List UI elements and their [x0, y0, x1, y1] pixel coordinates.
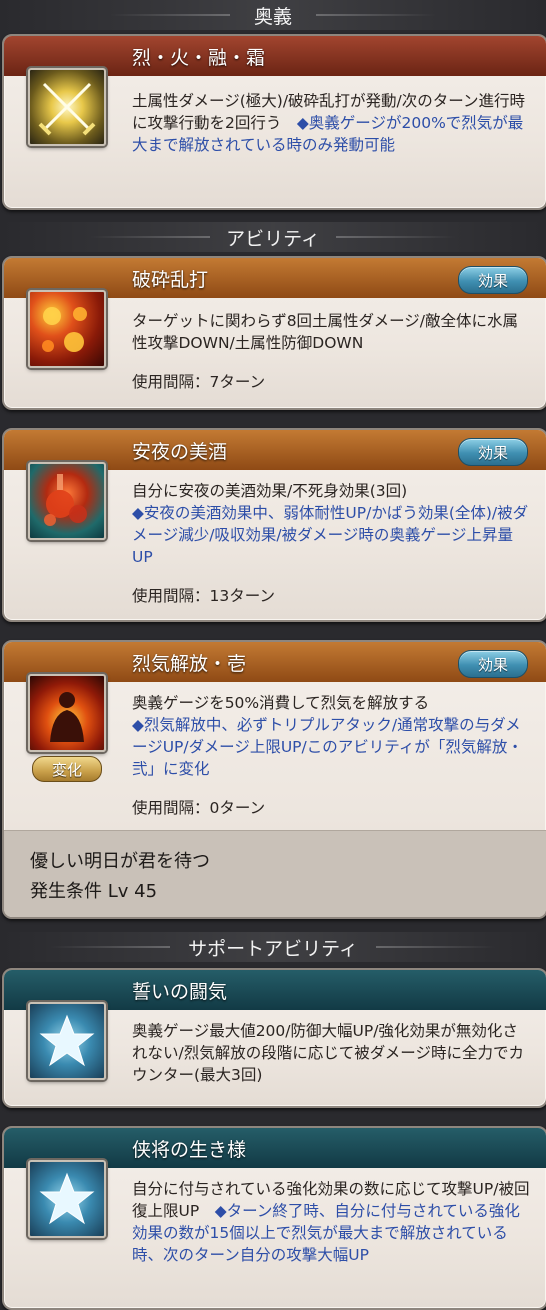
fire-burst-icon	[28, 290, 106, 368]
change-badge[interactable]: 変化	[32, 756, 102, 782]
ability-name: 烈気解放・壱	[132, 652, 247, 675]
ability-desc-plain: 自分に安夜の美酒効果/不死身効果(3回)	[132, 482, 408, 500]
section-header-abilities: アビリティ	[0, 222, 546, 252]
star-icon	[28, 1160, 106, 1238]
header-ornament	[376, 946, 496, 948]
ability-description: 自分に安夜の美酒効果/不死身効果(3回) ◆安夜の美酒効果中、弱体耐性UP/かば…	[132, 480, 530, 568]
section-title: 奥義	[253, 5, 292, 28]
unlock-panel: 優しい明日が君を待つ 発生条件 Lv 45	[4, 830, 546, 917]
unlock-condition: 発生条件 Lv 45	[30, 881, 158, 902]
ability-desc-plain: 奥義ゲージを50%消費して烈気を解放する	[132, 694, 430, 712]
support-desc-plain: 奥義ゲージ最大値200/防御大幅UP/強化効果が無効化されない/烈気解放の段階に…	[132, 1022, 524, 1084]
section-title: アビリティ	[226, 227, 320, 250]
wine-bottle-icon	[28, 462, 106, 540]
section-header-ougi: 奥義	[0, 0, 546, 30]
header-ornament	[336, 236, 456, 238]
header-ornament	[110, 14, 230, 16]
ability-card[interactable]: 安夜の美酒 効果 自分に安夜の美酒効果/不死身効果(3回) ◆安夜の美酒効果中、…	[2, 428, 546, 622]
effect-button[interactable]: 効果	[458, 266, 528, 294]
support-description: 奥義ゲージ最大値200/防御大幅UP/強化効果が無効化されない/烈気解放の段階に…	[132, 1020, 530, 1086]
ability-desc-detail: ◆安夜の美酒効果中、弱体耐性UP/かばう効果(全体)/被ダメージ減少/吸収効果/…	[132, 504, 529, 566]
support-card[interactable]: 侠将の生き様 自分に付与されている強化効果の数に応じて攻撃UP/被回復上限UP …	[2, 1126, 546, 1310]
ability-desc-detail: ◆烈気解放中、必ずトリプルアタック/通常攻撃の与ダメージUP/ダメージ上限UP/…	[132, 716, 523, 778]
support-description: 自分に付与されている強化効果の数に応じて攻撃UP/被回復上限UP ◆ターン終了時…	[132, 1178, 530, 1266]
aura-release-icon	[28, 674, 106, 752]
ability-name: 破砕乱打	[132, 268, 209, 291]
section-title: サポートアビリティ	[188, 937, 358, 960]
ability-cooldown: 使用間隔：0ターン	[132, 799, 266, 817]
header-ornament	[316, 14, 436, 16]
section-header-support: サポートアビリティ	[0, 932, 546, 962]
crossed-swords-icon	[28, 68, 106, 146]
unlock-name: 優しい明日が君を待つ	[30, 851, 210, 872]
star-icon	[28, 1002, 106, 1080]
ability-card[interactable]: 烈気解放・壱 効果 変化 奥義ゲージを50%消費して烈気を解放する ◆烈気解放中…	[2, 640, 546, 919]
ability-cooldown: 使用間隔：13ターン	[132, 587, 275, 605]
ability-name: 安夜の美酒	[132, 440, 228, 463]
effect-button[interactable]: 効果	[458, 438, 528, 466]
header-ornament	[50, 946, 170, 948]
ability-desc-plain: ターゲットに関わらず8回土属性ダメージ/敵全体に水属性攻撃DOWN/土属性防御D…	[132, 312, 519, 352]
support-name: 侠将の生き様	[132, 1138, 247, 1161]
ability-card[interactable]: 破砕乱打 効果 ターゲットに関わらず8回土属性ダメージ/敵全体に水属性攻撃DOW…	[2, 256, 546, 410]
ability-cooldown: 使用間隔：7ターン	[132, 373, 266, 391]
support-card[interactable]: 誓いの闘気 奥義ゲージ最大値200/防御大幅UP/強化効果が無効化されない/烈気…	[2, 968, 546, 1108]
ability-description: 奥義ゲージを50%消費して烈気を解放する ◆烈気解放中、必ずトリプルアタック/通…	[132, 692, 530, 780]
support-name: 誓いの闘気	[132, 980, 228, 1003]
effect-button[interactable]: 効果	[458, 650, 528, 678]
ougi-description: 土属性ダメージ(極大)/破砕乱打が発動/次のターン進行時に攻撃行動を2回行う ◆…	[132, 90, 530, 156]
ability-description: ターゲットに関わらず8回土属性ダメージ/敵全体に水属性攻撃DOWN/土属性防御D…	[132, 310, 530, 354]
ougi-name: 烈・火・融・霜	[132, 46, 266, 69]
header-ornament	[90, 236, 210, 238]
ougi-card[interactable]: 烈・火・融・霜 土属性ダメージ(極大)/破砕乱打が発動/次のターン進行時に攻撃行…	[2, 34, 546, 210]
